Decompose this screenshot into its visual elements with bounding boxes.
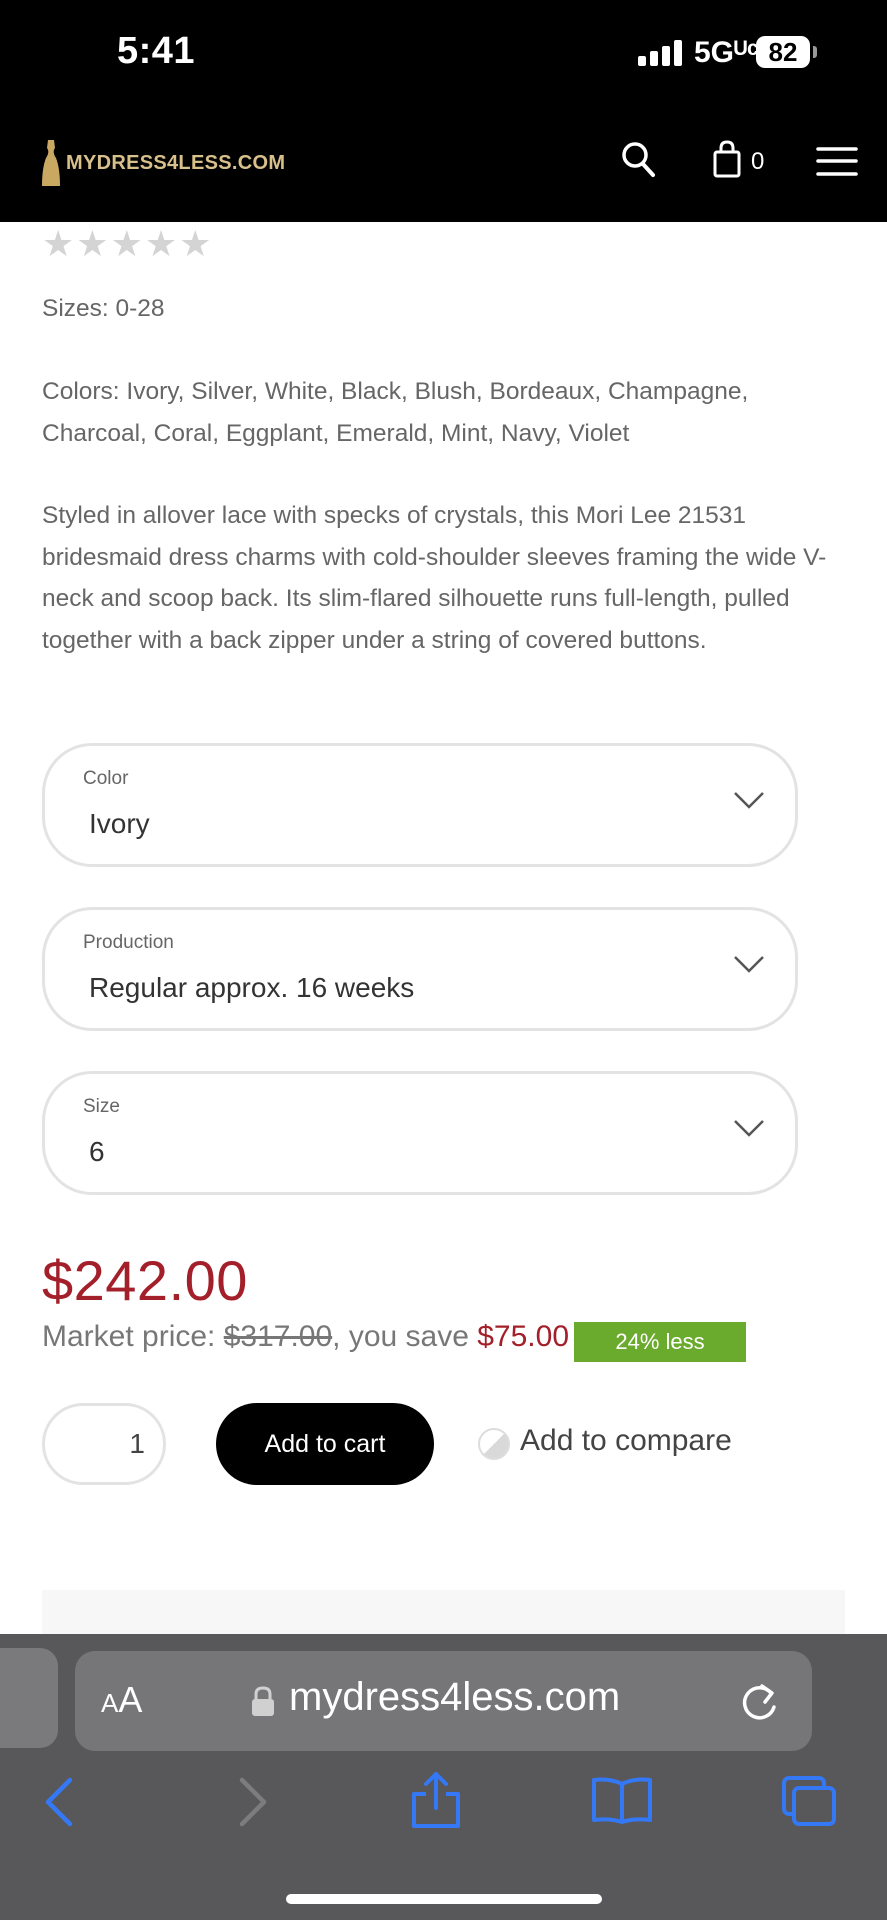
quantity-input[interactable]: 1 [42,1403,166,1485]
address-bar[interactable]: AA mydress4less.com [75,1651,812,1751]
tabs-icon[interactable] [780,1774,838,1828]
status-time: 5:41 [117,30,196,72]
color-select[interactable]: Color Ivory [42,743,798,867]
color-select-label: Color [83,768,129,789]
chevron-down-icon [734,792,764,809]
market-price-line: Market price: $317.00, you save $75.00 [42,1320,569,1354]
compare-checkbox-icon[interactable] [478,1428,510,1460]
site-logo[interactable]: MYDRESS4LESS.COM [40,136,285,190]
search-icon[interactable] [620,140,656,180]
battery-level: 82 [768,37,798,67]
production-select-label: Production [83,932,174,953]
star-icon: ★ [144,223,178,264]
logo-text: MYDRESS4LESS.COM [66,151,286,174]
share-icon[interactable] [408,1770,464,1830]
size-select-value: 6 [89,1136,105,1167]
star-icon: ★ [110,223,143,264]
market-price-label: Market price: [42,1320,224,1353]
forward-icon [239,1777,267,1827]
star-icon: ★ [76,223,109,264]
add-to-compare-label[interactable]: Add to compare [520,1424,732,1458]
content-panel [42,1590,845,1634]
site-header: MYDRESS4LESS.COM 0 [0,104,887,222]
dress-logo-icon [42,140,60,186]
chevron-down-icon [734,1120,764,1137]
discount-badge: 24% less [574,1322,746,1362]
previous-tab-peek[interactable] [0,1648,58,1748]
market-price-value: $317.00 [223,1320,333,1353]
home-indicator[interactable] [286,1894,602,1904]
browser-toolbar: AA mydress4less.com [0,1634,887,1920]
star-icon: ★ [179,223,212,264]
battery-icon: 82 [756,36,810,68]
add-to-cart-button[interactable]: Add to cart [216,1403,434,1485]
sizes-text: Sizes: 0-28 [42,295,165,322]
cart-count: 0 [751,148,765,175]
product-price: $242.00 [42,1249,248,1312]
colors-text: Colors: Ivory, Silver, White, Black, Blu… [42,378,749,447]
size-select[interactable]: Size 6 [42,1071,798,1195]
status-bar: 5:41 5Gᵁᶜ 82 [0,0,887,104]
url-text: mydress4less.com [289,1675,621,1719]
size-select-label: Size [83,1096,120,1117]
product-description: Styled in allover lace with specks of cr… [42,502,827,654]
color-select-value: Ivory [89,808,150,839]
network-type: 5Gᵁᶜ [694,36,759,69]
text-size-small: A [101,1688,119,1718]
you-save-label: , you save [332,1320,478,1353]
reload-icon[interactable] [738,1680,780,1724]
rating-stars: ★ ★ ★ ★ ★ [42,226,211,262]
star-icon: ★ [42,223,75,264]
chevron-down-icon [734,956,764,973]
back-icon[interactable] [42,1776,78,1828]
production-select-value: Regular approx. 16 weeks [89,972,415,1003]
bookmarks-icon[interactable] [590,1776,654,1824]
cellular-signal-icon [638,40,682,66]
battery-tip [813,46,817,58]
lock-icon [252,1686,274,1716]
menu-icon[interactable] [816,146,858,178]
production-select[interactable]: Production Regular approx. 16 weeks [42,907,798,1031]
shopping-bag-icon[interactable] [712,140,742,180]
savings-amount: $75.00 [477,1320,570,1353]
text-size-button[interactable]: AA [101,1679,142,1721]
